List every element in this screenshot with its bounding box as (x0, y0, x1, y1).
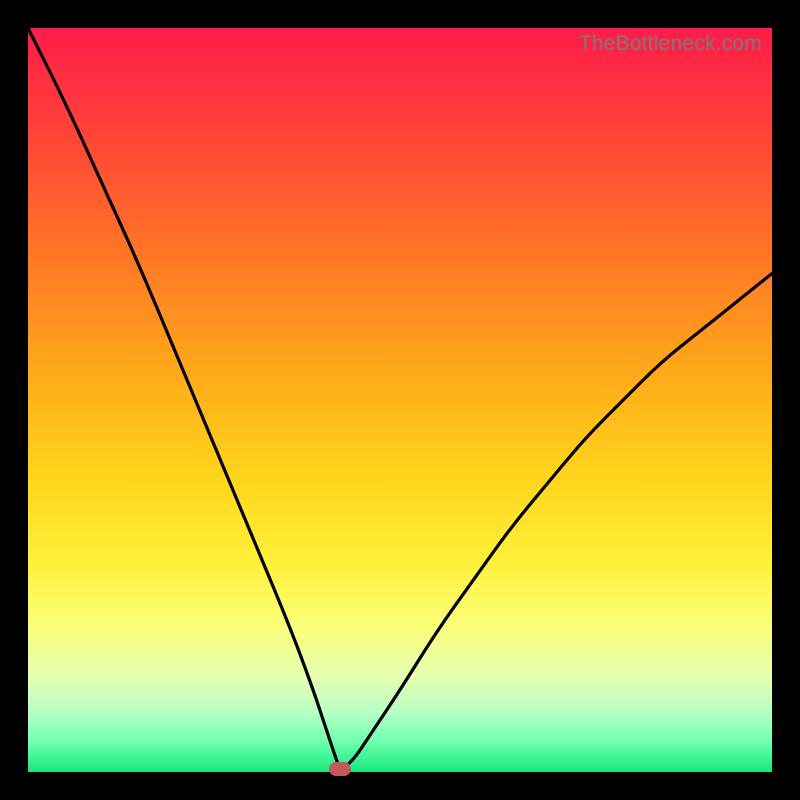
bottleneck-curve (28, 28, 772, 772)
optimal-point-marker (329, 762, 351, 776)
plot-area: TheBottleneck.com (28, 28, 772, 772)
chart-frame: TheBottleneck.com (0, 0, 800, 800)
